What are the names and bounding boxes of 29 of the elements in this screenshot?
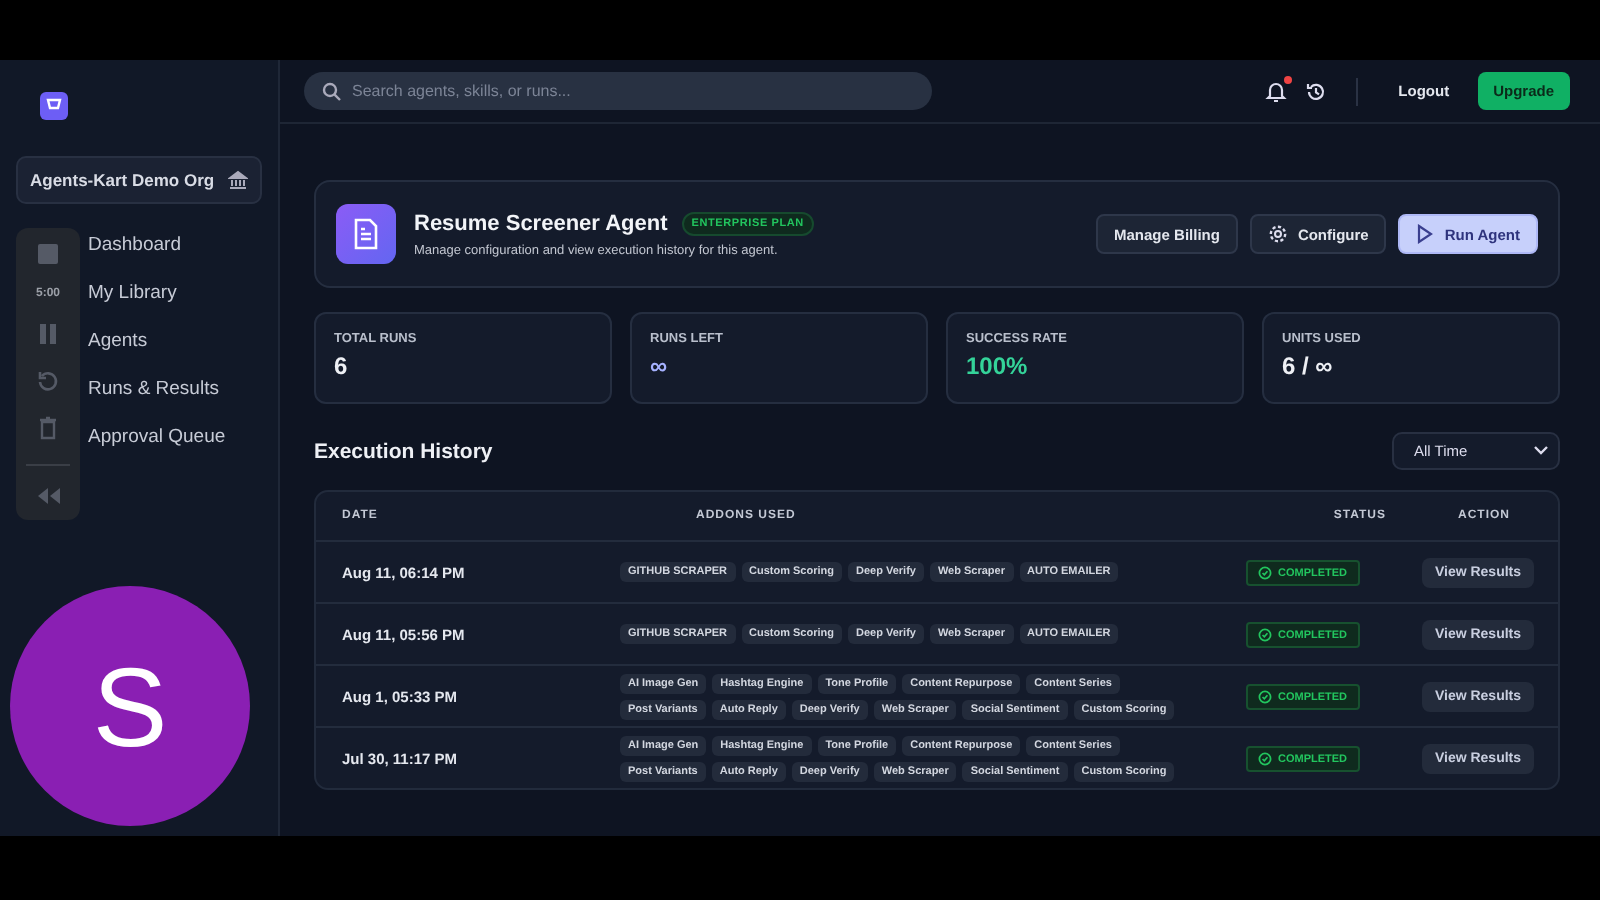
gear-icon xyxy=(1267,224,1288,244)
nav-item[interactable]: Runs & Results xyxy=(88,376,262,404)
rewind-icon[interactable] xyxy=(36,488,60,504)
org-selector[interactable]: Agents-Kart Demo Org xyxy=(16,156,262,204)
bank-icon xyxy=(228,170,248,190)
nav-item[interactable]: Agents xyxy=(88,328,262,356)
search-field[interactable]: Search agents, skills, or runs... xyxy=(304,72,932,110)
document-icon xyxy=(336,204,396,264)
nav-item[interactable]: Approval Queue xyxy=(88,424,262,452)
nav-item[interactable]: Dashboard xyxy=(88,232,262,260)
check-circle-icon xyxy=(1258,752,1272,766)
nav-item[interactable]: My Library xyxy=(88,280,262,308)
restart-icon[interactable] xyxy=(36,369,60,393)
pause-icon[interactable] xyxy=(38,322,58,346)
stat-value: 6 xyxy=(334,352,350,380)
chevron-icon xyxy=(1534,446,1548,456)
check-circle-icon xyxy=(1258,690,1272,704)
agent-name: Resume Screener Agent xyxy=(414,211,668,235)
section-title: Execution History xyxy=(314,439,493,463)
stat-value: ∞ xyxy=(650,352,670,380)
bell-icon[interactable] xyxy=(1264,79,1289,103)
stat-value: 6 / ∞ xyxy=(1282,352,1335,380)
check-circle-icon xyxy=(1258,628,1272,642)
history-icon[interactable] xyxy=(1304,79,1329,103)
logo-icon xyxy=(40,92,68,120)
check-circle-icon xyxy=(1258,566,1272,580)
play-icon xyxy=(1416,224,1435,244)
stat-value: 100% xyxy=(966,352,1030,380)
trash-icon[interactable] xyxy=(38,416,58,440)
